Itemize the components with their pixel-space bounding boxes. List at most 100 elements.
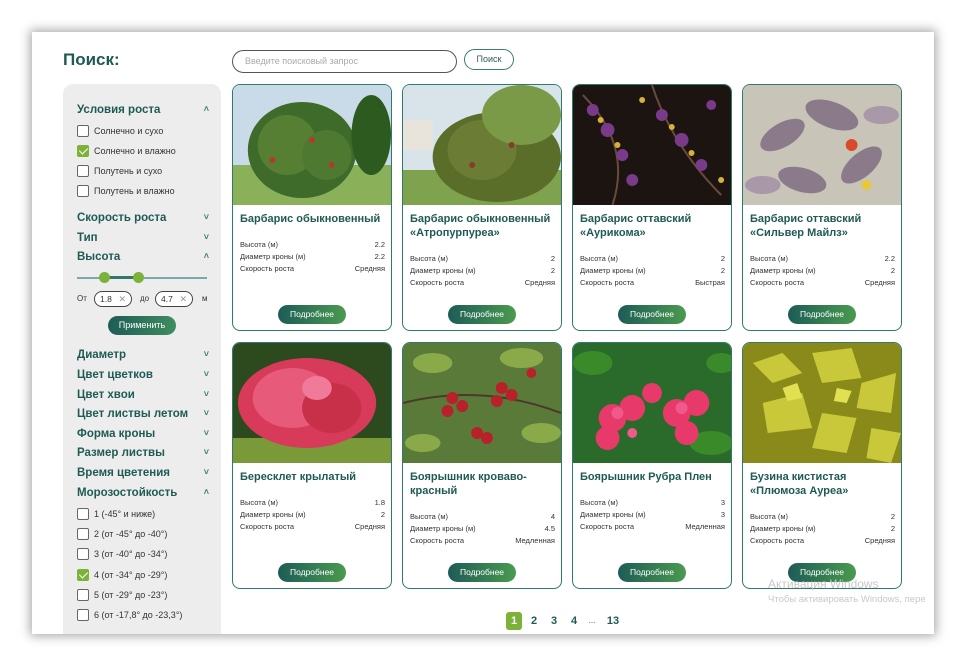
chevron-down-icon: ˅: [203, 212, 209, 222]
product-card[interactable]: Боярышник кроваво-красный Высота (м) 4 Диам…: [402, 342, 562, 589]
clear-icon[interactable]: ✕: [179, 292, 187, 306]
product-card[interactable]: Бересклет крылатый Высота (м) 1.8 Диаметр к…: [232, 342, 392, 589]
details-button[interactable]: Подробнее: [448, 305, 516, 324]
height-min-field[interactable]: 1.8 ✕: [94, 291, 132, 307]
chevron-down-icon: ˅: [203, 428, 209, 438]
filter-needle-color[interactable]: Цвет хвои ˅: [77, 389, 209, 401]
product-card[interactable]: Боярышник Рубра Плен Высота (м) 3 Диаметр к…: [572, 342, 732, 589]
spec-value: 2: [720, 266, 725, 275]
product-image[interactable]: [573, 85, 731, 205]
spec-diameter: Диаметр кроны (м) 2: [580, 265, 725, 276]
chevron-up-icon: ˄: [203, 104, 209, 114]
product-image[interactable]: [233, 343, 391, 463]
product-title[interactable]: Барбарис оттавский «Сильвер Майлз»: [750, 212, 900, 240]
checkbox-frost-1[interactable]: 1 (-45° и ниже): [77, 507, 155, 522]
checkbox-frost-2[interactable]: 2 (от -45° до -40°): [77, 527, 167, 542]
checkbox[interactable]: [77, 547, 89, 560]
product-title[interactable]: Барбарис оттавский «Аурикома»: [580, 212, 730, 240]
filter-diameter[interactable]: Диаметр ˅: [77, 349, 209, 361]
checkbox-label: 3 (от -40° до -34°): [94, 549, 168, 559]
product-title[interactable]: Бересклет крылатый: [240, 470, 390, 484]
product-title[interactable]: Барбарис обыкновенный: [240, 212, 390, 226]
checkbox-shade-dry[interactable]: Полутень и сухо: [77, 164, 162, 179]
filter-flower-color[interactable]: Цвет цветков ˅: [77, 369, 209, 381]
checkbox-frost-5[interactable]: 5 (от -29° до -23°): [77, 588, 167, 603]
windows-watermark-title: Активация Windows: [768, 577, 879, 591]
product-image[interactable]: [743, 85, 901, 205]
product-card[interactable]: Барбарис оттавский «Сильвер Майлз» Высота…: [742, 84, 902, 331]
product-image[interactable]: [403, 343, 561, 463]
filter-height[interactable]: Высота ˄: [77, 251, 209, 263]
filter-type[interactable]: Тип ˅: [77, 232, 209, 244]
checkbox-shade-wet[interactable]: Полутень и влажно: [77, 184, 175, 199]
section-label: Размер листвы: [77, 447, 165, 459]
checkbox[interactable]: [77, 608, 89, 621]
page-1[interactable]: 1: [506, 612, 522, 630]
filter-frost[interactable]: Морозостойкость ˄: [77, 487, 209, 499]
spec-height: Высота (м) 4: [410, 511, 555, 522]
spec-value: 2.2: [884, 254, 895, 263]
spec-value: 2: [890, 512, 895, 521]
spec-value: Средняя: [354, 522, 385, 531]
checkbox[interactable]: [77, 507, 89, 520]
checkbox-sunny-wet[interactable]: Солнечно и влажно: [77, 144, 176, 159]
product-image[interactable]: [233, 85, 391, 205]
filter-bloom-time[interactable]: Время цветения ˅: [77, 467, 209, 479]
page-3[interactable]: 3: [546, 612, 562, 630]
height-slider-min-handle[interactable]: [99, 272, 110, 283]
checkbox-sunny-dry[interactable]: Солнечно и сухо: [77, 124, 163, 139]
product-title[interactable]: Боярышник Рубра Плен: [580, 470, 730, 484]
details-button[interactable]: Подробнее: [278, 305, 346, 324]
height-max-field[interactable]: 4.7 ✕: [155, 291, 193, 307]
checkbox[interactable]: [77, 527, 89, 540]
checkbox[interactable]: [77, 588, 89, 601]
filter-growth-speed[interactable]: Скорость роста ˅: [77, 212, 209, 224]
spec-value: 1.8: [374, 498, 385, 507]
checkbox-frost-3[interactable]: 3 (от -40° до -34°): [77, 547, 168, 562]
spec-value: Средняя: [864, 536, 895, 545]
details-button[interactable]: Подробнее: [448, 563, 516, 582]
spec-value: 2: [380, 510, 385, 519]
product-title[interactable]: Бузина кистистая «Плюмоза Ауреа»: [750, 470, 900, 498]
checkbox-frost-4[interactable]: 4 (от -34° до -29°): [77, 568, 167, 583]
details-button[interactable]: Подробнее: [278, 563, 346, 582]
product-title[interactable]: Боярышник кроваво-красный: [410, 470, 560, 498]
apply-button[interactable]: Применить: [108, 316, 176, 335]
spec-value: Средняя: [524, 278, 555, 287]
product-image[interactable]: [403, 85, 561, 205]
checkbox-checked[interactable]: [77, 144, 89, 157]
product-image[interactable]: [573, 343, 731, 463]
filter-crown-shape[interactable]: Форма кроны ˅: [77, 428, 209, 440]
clear-icon[interactable]: ✕: [118, 292, 126, 306]
product-card[interactable]: Барбарис обыкновенный «Атропурпуреа» Высо…: [402, 84, 562, 331]
checkbox[interactable]: [77, 184, 89, 197]
product-image[interactable]: [743, 343, 901, 463]
details-button[interactable]: Подробнее: [788, 305, 856, 324]
windows-watermark-text: Чтобы активировать Windows, пере: [768, 594, 926, 605]
search-input[interactable]: Введите поисковый запрос: [232, 50, 457, 73]
page-2[interactable]: 2: [526, 612, 542, 630]
chevron-down-icon: ˅: [203, 349, 209, 359]
height-slider-max-handle[interactable]: [133, 272, 144, 283]
search-button[interactable]: Поиск: [464, 49, 514, 70]
filter-leaf-size[interactable]: Размер листвы ˅: [77, 447, 209, 459]
checkbox-frost-6[interactable]: 6 (от -17,8° до -23,3°): [77, 608, 182, 623]
product-card[interactable]: Барбарис обыкновенный Высота (м) 2.2 Диамет…: [232, 84, 392, 331]
spec-label: Скорость роста: [410, 536, 465, 545]
page-ellipsis: ...: [588, 616, 596, 625]
spec-height: Высота (м) 2: [750, 511, 895, 522]
product-title[interactable]: Барбарис обыкновенный «Атропурпуреа»: [410, 212, 560, 240]
page-4[interactable]: 4: [566, 612, 582, 630]
filter-summer-leaf-color[interactable]: Цвет листвы летом ˅: [77, 408, 209, 420]
checkbox-checked[interactable]: [77, 568, 89, 581]
details-button[interactable]: Подробнее: [618, 563, 686, 582]
product-card[interactable]: Барбарис оттавский «Аурикома» Высота (м) 2…: [572, 84, 732, 331]
product-card[interactable]: Бузина кистистая «Плюмоза Ауреа» Высота (…: [742, 342, 902, 589]
checkbox[interactable]: [77, 164, 89, 177]
filter-growth-conditions[interactable]: Условия роста ˄: [77, 104, 209, 116]
page-13[interactable]: 13: [602, 612, 624, 630]
section-label: Высота: [77, 251, 121, 263]
details-button[interactable]: Подробнее: [618, 305, 686, 324]
checkbox[interactable]: [77, 124, 89, 137]
spec-speed: Скорость роста Средняя: [750, 277, 895, 288]
